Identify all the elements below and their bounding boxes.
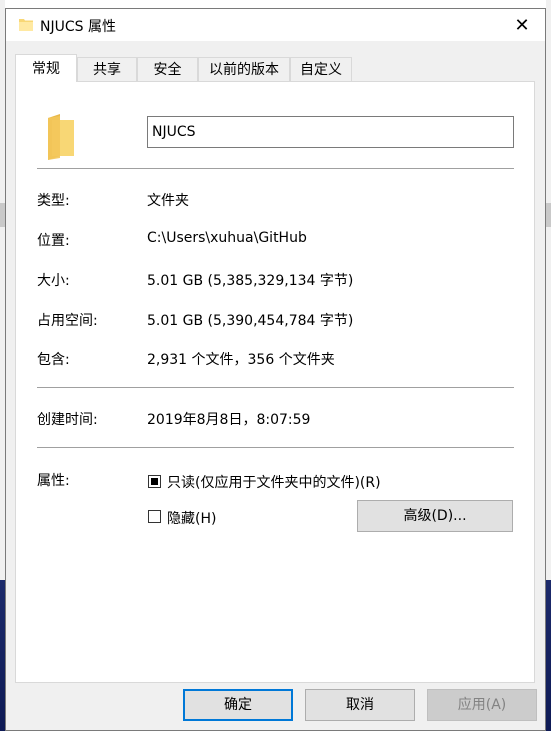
apply-button[interactable]: 应用(A) bbox=[427, 689, 537, 721]
tab-previous-versions[interactable]: 以前的版本 bbox=[198, 57, 290, 81]
size-label: 大小: bbox=[37, 273, 70, 289]
hidden-label[interactable]: 隐藏(H) bbox=[167, 508, 216, 528]
location-value: C:\Users\xuhua\GitHub bbox=[147, 230, 307, 246]
size-on-disk-value: 5.01 GB (5,390,454,784 字节) bbox=[147, 313, 354, 329]
created-value: 2019年8月8日，8:07:59 bbox=[147, 412, 311, 428]
separator bbox=[37, 447, 514, 448]
attributes-label: 属性: bbox=[37, 473, 70, 489]
contains-value: 2,931 个文件，356 个文件夹 bbox=[147, 352, 335, 368]
contains-label: 包含: bbox=[37, 352, 70, 368]
cancel-button[interactable]: 取消 bbox=[305, 689, 415, 721]
background-band bbox=[546, 203, 551, 227]
location-label: 位置: bbox=[37, 233, 70, 249]
type-label: 类型: bbox=[37, 193, 70, 209]
folder-icon bbox=[48, 114, 74, 160]
advanced-button[interactable]: 高级(D)... bbox=[357, 500, 513, 532]
folder-name-input[interactable] bbox=[147, 116, 514, 148]
properties-dialog: NJUCS 属性 ✕ 常规 共享 安全 以前的版本 自定义 类型: 文件夹 位置… bbox=[5, 8, 546, 731]
tab-customize[interactable]: 自定义 bbox=[290, 57, 352, 81]
separator bbox=[37, 387, 514, 388]
tab-general[interactable]: 常规 bbox=[15, 54, 77, 82]
tab-sharing[interactable]: 共享 bbox=[77, 57, 137, 81]
readonly-label[interactable]: 只读(仅应用于文件夹中的文件)(R) bbox=[167, 472, 381, 492]
title-bar[interactable]: NJUCS 属性 ✕ bbox=[6, 9, 545, 41]
type-value: 文件夹 bbox=[147, 193, 189, 209]
window-title: NJUCS 属性 bbox=[40, 19, 116, 35]
separator bbox=[37, 168, 514, 169]
folder-icon bbox=[19, 19, 33, 31]
close-button[interactable]: ✕ bbox=[499, 9, 545, 41]
hidden-checkbox[interactable] bbox=[148, 510, 161, 523]
ok-button[interactable]: 确定 bbox=[183, 689, 293, 721]
size-value: 5.01 GB (5,385,329,134 字节) bbox=[147, 273, 354, 289]
readonly-checkbox[interactable] bbox=[148, 475, 161, 488]
size-on-disk-label: 占用空间: bbox=[37, 313, 98, 329]
close-icon: ✕ bbox=[514, 14, 530, 36]
general-panel: 类型: 文件夹 位置: C:\Users\xuhua\GitHub 大小: 5.… bbox=[15, 81, 535, 683]
created-label: 创建时间: bbox=[37, 412, 98, 428]
tab-security[interactable]: 安全 bbox=[137, 57, 198, 81]
background-right-edge bbox=[546, 0, 551, 731]
